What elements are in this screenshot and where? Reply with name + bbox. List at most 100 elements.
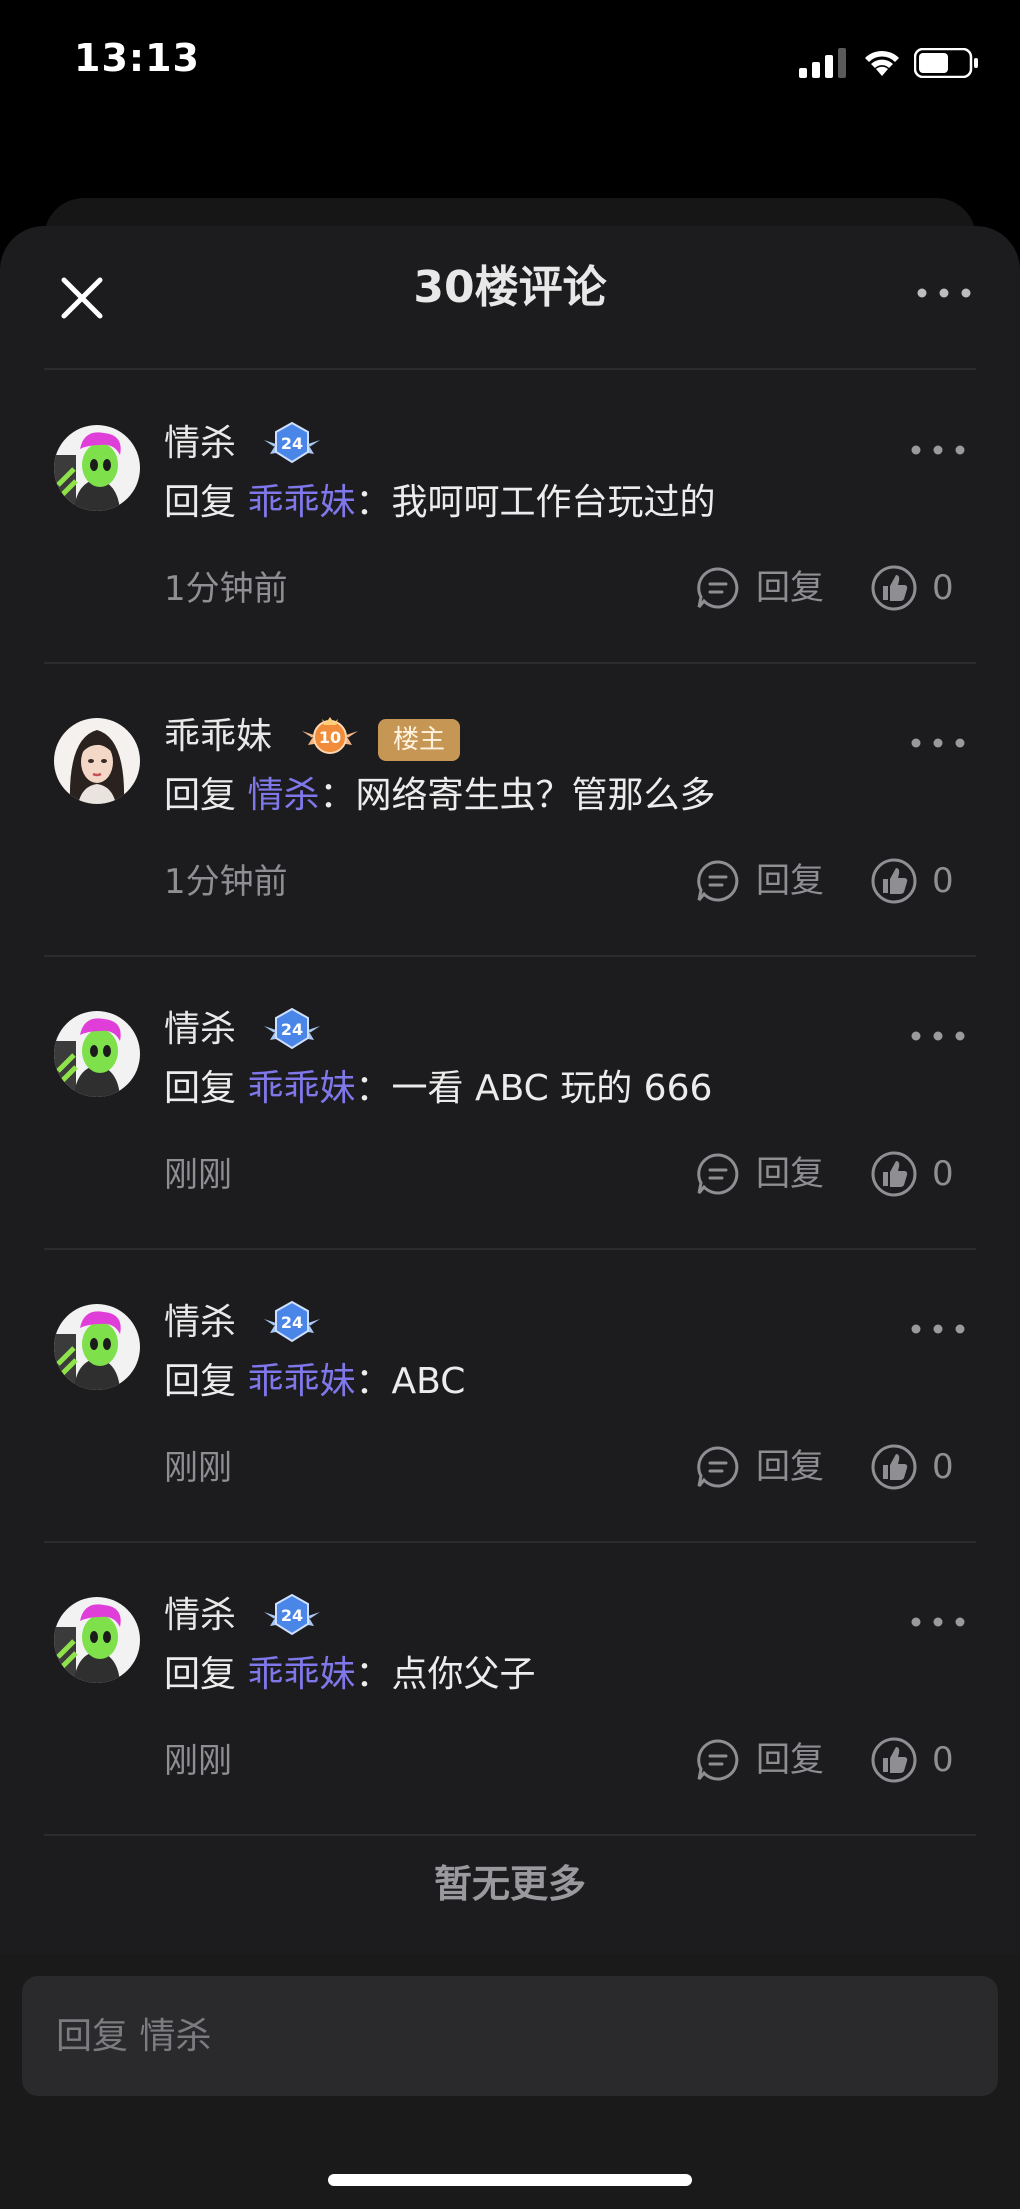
reply-prefix: 回复 bbox=[164, 1361, 237, 1402]
speech-bubble-icon bbox=[697, 1446, 739, 1488]
speech-bubble-icon bbox=[697, 1153, 739, 1195]
comment-time: 刚刚 bbox=[164, 1155, 232, 1195]
comment-sheet: 30楼评论 情杀 24 回复 乖乖妹：我呵呵工作台玩过的 1分钟前 回复 0 乖… bbox=[0, 226, 1020, 2209]
level-badge-icon: 24 bbox=[264, 1300, 320, 1343]
speech-bubble-icon bbox=[697, 567, 739, 609]
comment-username[interactable]: 情杀 bbox=[164, 420, 236, 468]
mention-link[interactable]: 乖乖妹 bbox=[247, 1361, 355, 1402]
comment-more-icon[interactable] bbox=[906, 1016, 970, 1056]
woman-portrait-avatar[interactable] bbox=[54, 718, 140, 804]
comment-time: 刚刚 bbox=[164, 1448, 232, 1488]
level-badge-icon: 10 bbox=[302, 717, 358, 754]
battery-icon bbox=[914, 48, 978, 78]
comment-text: 我呵呵工作台玩过的 bbox=[391, 482, 716, 523]
reply-prefix: 回复 bbox=[164, 1068, 237, 1109]
comment-content: 回复 乖乖妹：ABC bbox=[164, 1357, 465, 1407]
reply-prefix: 回复 bbox=[164, 775, 237, 816]
thumbs-up-icon bbox=[871, 1151, 917, 1197]
comment-content: 回复 情杀：网络寄生虫？管那么多 bbox=[164, 771, 716, 821]
colon: ： bbox=[319, 775, 356, 816]
comment-time: 刚刚 bbox=[164, 1741, 232, 1781]
reply-label: 回复 bbox=[756, 1154, 824, 1194]
speech-bubble-icon bbox=[697, 860, 739, 902]
comment-divider bbox=[44, 1834, 976, 1836]
green-alien-avatar[interactable] bbox=[54, 1011, 140, 1097]
comment-username[interactable]: 情杀 bbox=[164, 1299, 236, 1347]
level-badge-icon: 24 bbox=[264, 421, 320, 464]
reply-input[interactable] bbox=[22, 1976, 998, 2096]
like-count: 0 bbox=[932, 568, 954, 608]
reply-label: 回复 bbox=[756, 1447, 824, 1487]
like-count: 0 bbox=[932, 861, 954, 901]
comment-item: 乖乖妹 10 楼主 回复 情杀：网络寄生虫？管那么多 1分钟前 回复 0 bbox=[0, 663, 1020, 955]
thumbs-up-icon bbox=[871, 1737, 917, 1783]
comment-text: 网络寄生虫？管那么多 bbox=[355, 775, 716, 816]
comment-more-icon[interactable] bbox=[906, 1602, 970, 1642]
mention-link[interactable]: 乖乖妹 bbox=[247, 1068, 355, 1109]
comment-content: 回复 乖乖妹：一看 ABC 玩的 666 bbox=[164, 1064, 712, 1114]
home-indicator bbox=[328, 2174, 692, 2186]
mention-link[interactable]: 情杀 bbox=[247, 775, 319, 816]
comment-more-icon[interactable] bbox=[906, 1309, 970, 1349]
level-badge-icon: 24 bbox=[264, 1007, 320, 1050]
level-number: 24 bbox=[281, 434, 303, 453]
reply-input-bar bbox=[0, 1954, 1020, 2209]
comment-item: 情杀 24 回复 乖乖妹：一看 ABC 玩的 666 刚刚 回复 0 bbox=[0, 956, 1020, 1248]
status-time: 13:13 bbox=[74, 36, 200, 80]
level-badge-icon: 24 bbox=[264, 1593, 320, 1636]
comment-content: 回复 乖乖妹：我呵呵工作台玩过的 bbox=[164, 478, 716, 528]
speech-bubble-icon bbox=[697, 1739, 739, 1781]
like-button[interactable]: 0 bbox=[870, 1441, 970, 1493]
sheet-title: 30楼评论 bbox=[413, 262, 607, 313]
no-more-label: 暂无更多 bbox=[433, 1862, 586, 1906]
level-number: 24 bbox=[281, 1606, 303, 1625]
colon: ： bbox=[355, 482, 392, 523]
comment-text: 一看 ABC 玩的 666 bbox=[391, 1068, 713, 1109]
comment-text: 点你父子 bbox=[391, 1654, 536, 1695]
mention-link[interactable]: 乖乖妹 bbox=[247, 1654, 355, 1695]
like-button[interactable]: 0 bbox=[870, 855, 970, 907]
green-alien-avatar[interactable] bbox=[54, 1304, 140, 1390]
comment-time: 1分钟前 bbox=[164, 569, 288, 609]
comment-username[interactable]: 情杀 bbox=[164, 1592, 236, 1640]
comment-content: 回复 乖乖妹：点你父子 bbox=[164, 1650, 536, 1700]
mention-link[interactable]: 乖乖妹 bbox=[247, 482, 355, 523]
comment-more-icon[interactable] bbox=[906, 723, 970, 763]
colon: ： bbox=[355, 1361, 392, 1402]
comment-item: 情杀 24 回复 乖乖妹：ABC 刚刚 回复 0 bbox=[0, 1249, 1020, 1541]
comment-username[interactable]: 情杀 bbox=[164, 1006, 236, 1054]
level-number: 24 bbox=[281, 1313, 303, 1332]
reply-prefix: 回复 bbox=[164, 1654, 237, 1695]
like-button[interactable]: 0 bbox=[870, 1734, 970, 1786]
green-alien-avatar[interactable] bbox=[54, 425, 140, 511]
like-count: 0 bbox=[932, 1154, 954, 1194]
reply-prefix: 回复 bbox=[164, 482, 237, 523]
thumbs-up-icon bbox=[871, 1444, 917, 1490]
comment-more-icon[interactable] bbox=[906, 430, 970, 470]
comment-time: 1分钟前 bbox=[164, 862, 288, 902]
cellular-signal-icon bbox=[799, 48, 846, 78]
comment-username[interactable]: 乖乖妹 bbox=[164, 713, 272, 761]
colon: ： bbox=[355, 1654, 392, 1695]
reply-label: 回复 bbox=[756, 1740, 824, 1780]
level-number: 24 bbox=[281, 1020, 303, 1039]
comment-text: ABC bbox=[391, 1361, 466, 1402]
comment-item: 情杀 24 回复 乖乖妹：我呵呵工作台玩过的 1分钟前 回复 0 bbox=[0, 370, 1020, 662]
thumbs-up-icon bbox=[871, 858, 917, 904]
green-alien-avatar[interactable] bbox=[54, 1597, 140, 1683]
like-button[interactable]: 0 bbox=[870, 562, 970, 614]
level-number: 10 bbox=[319, 728, 341, 747]
like-count: 0 bbox=[932, 1740, 954, 1780]
reply-label: 回复 bbox=[756, 861, 824, 901]
sheet-header: 30楼评论 bbox=[0, 226, 1020, 368]
more-options-icon[interactable] bbox=[912, 268, 976, 318]
status-bar: 13:13 bbox=[0, 0, 1020, 130]
thread-host-tag: 楼主 bbox=[378, 719, 460, 761]
comment-item: 情杀 24 回复 乖乖妹：点你父子 刚刚 回复 0 bbox=[0, 1542, 1020, 1834]
like-button[interactable]: 0 bbox=[870, 1148, 970, 1200]
thumbs-up-icon bbox=[871, 565, 917, 611]
reply-label: 回复 bbox=[756, 568, 824, 608]
like-count: 0 bbox=[932, 1447, 954, 1487]
wifi-icon bbox=[865, 50, 899, 76]
colon: ： bbox=[355, 1068, 392, 1109]
